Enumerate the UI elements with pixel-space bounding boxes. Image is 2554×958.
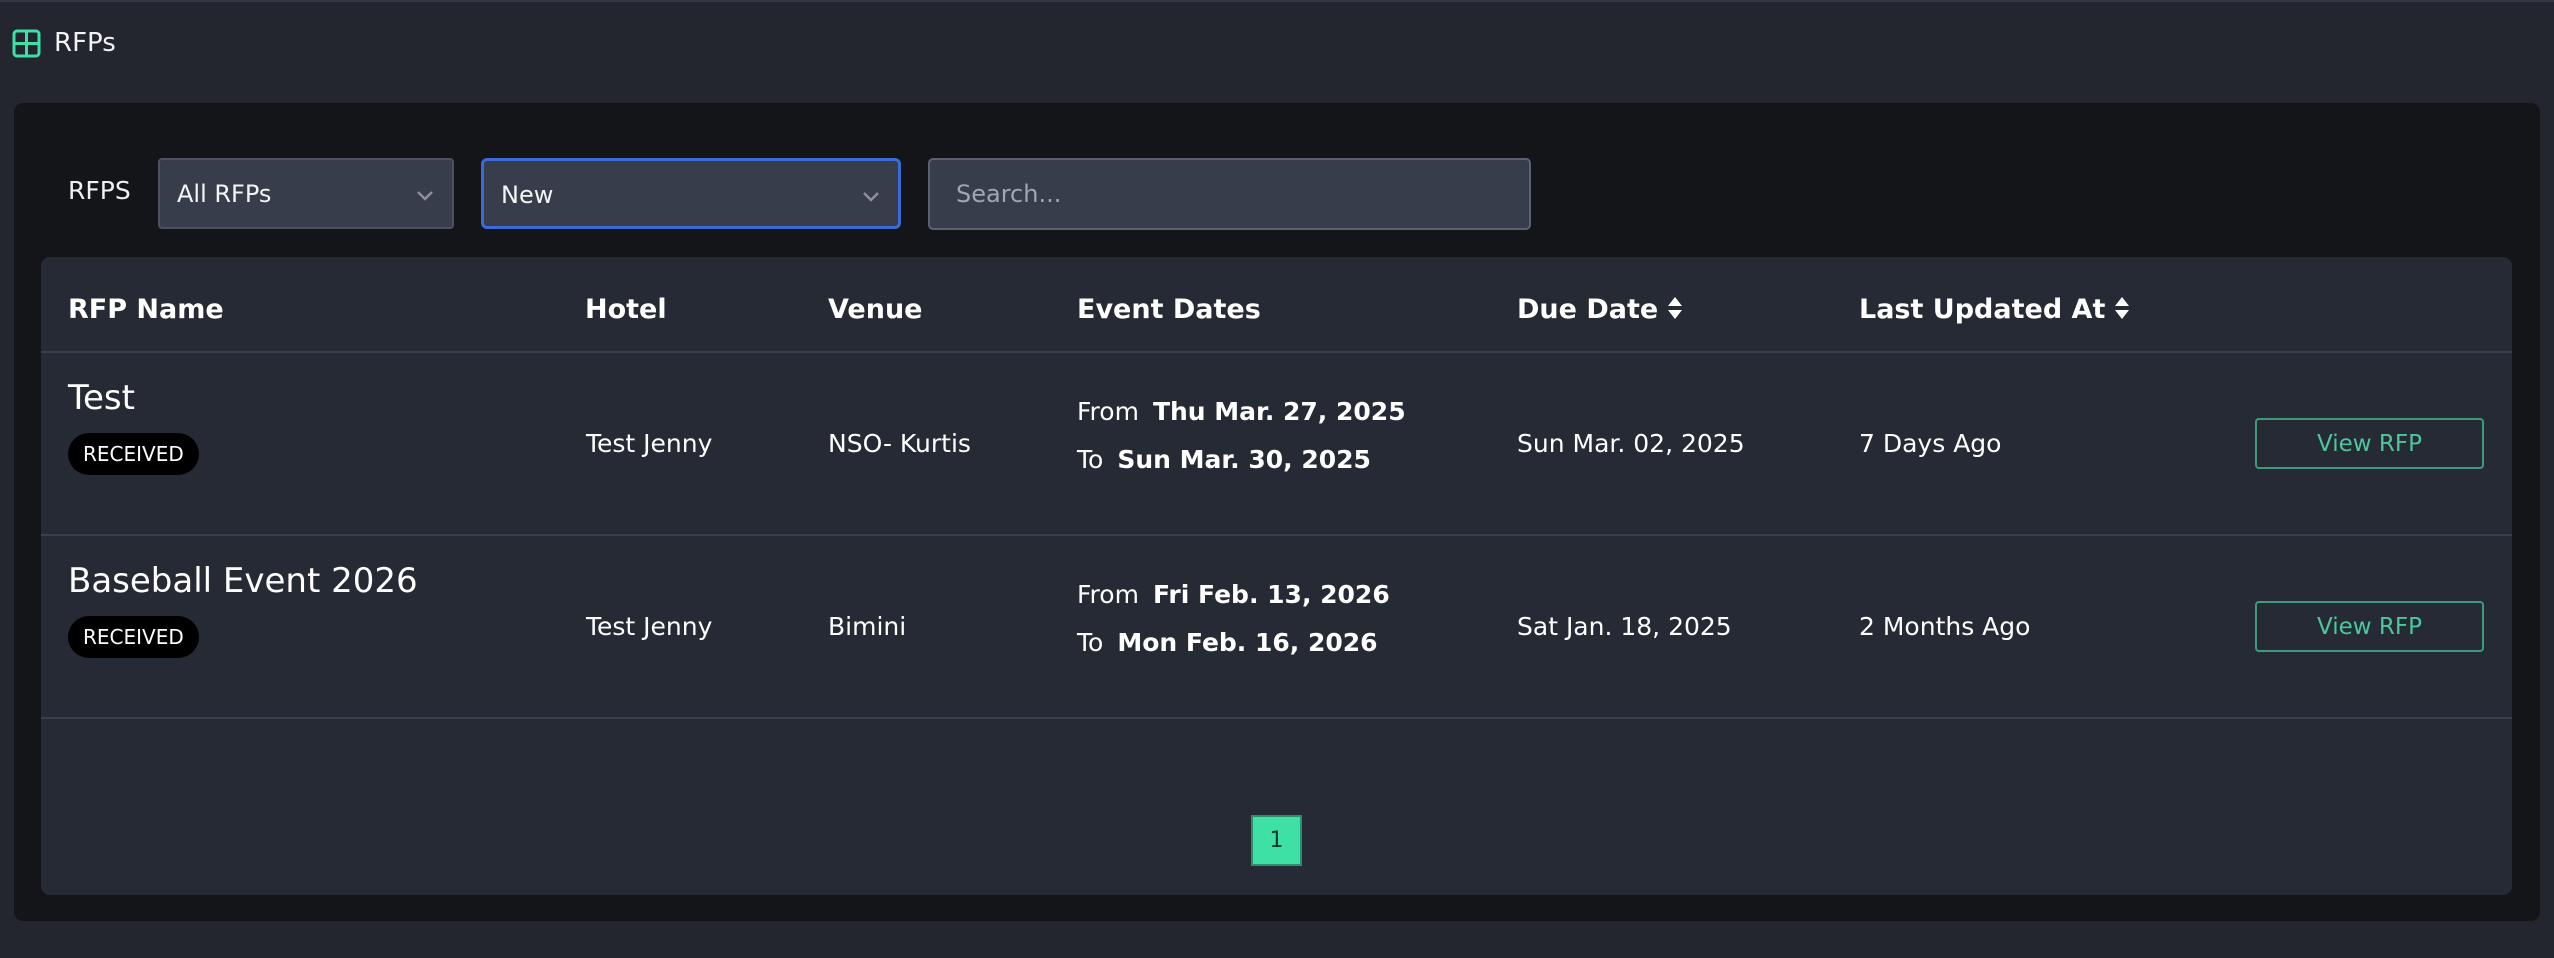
sort-icon[interactable] — [2113, 295, 2131, 321]
status-select-value: New — [501, 181, 554, 209]
filters-label: RFPS — [68, 176, 131, 205]
column-header-venue: Venue — [828, 294, 923, 325]
from-label: From — [1077, 580, 1139, 609]
event-date-to: To Sun Mar. 30, 2025 — [1077, 443, 1371, 477]
table-icon — [12, 29, 41, 58]
to-date: Mon Feb. 16, 2026 — [1117, 628, 1378, 657]
view-rfp-button[interactable]: View RFP — [2255, 418, 2484, 469]
chevron-down-icon — [863, 192, 879, 202]
hotel-cell: Test Jenny — [586, 429, 713, 458]
column-header-rfp-name: RFP Name — [68, 294, 224, 325]
last-updated-header-label: Last Updated At — [1859, 294, 2106, 325]
column-header-last-updated[interactable]: Last Updated At — [1859, 295, 2131, 325]
last-updated-cell: 7 Days Ago — [1859, 429, 2002, 458]
to-label: To — [1077, 445, 1104, 474]
rfp-type-select-value: All RFPs — [177, 180, 272, 208]
from-date: Fri Feb. 13, 2026 — [1152, 580, 1390, 609]
due-date-cell: Sat Jan. 18, 2025 — [1517, 612, 1732, 641]
status-badge: RECEIVED — [68, 616, 199, 658]
to-label: To — [1077, 628, 1104, 657]
last-updated-cell: 2 Months Ago — [1859, 612, 2031, 641]
table-row: Test RECEIVED Test Jenny NSO- Kurtis Fro… — [41, 353, 2512, 534]
view-rfp-button[interactable]: View RFP — [2255, 601, 2484, 652]
sort-icon[interactable] — [1666, 295, 1684, 321]
venue-cell: Bimini — [828, 612, 907, 641]
event-date-from: From Fri Feb. 13, 2026 — [1077, 578, 1390, 612]
chevron-down-icon — [417, 191, 433, 201]
page-title: RFPs — [54, 28, 116, 58]
rfp-name: Test — [68, 378, 135, 418]
pagination-page-button[interactable]: 1 — [1251, 815, 1302, 866]
search-input[interactable] — [928, 158, 1531, 230]
column-header-hotel: Hotel — [585, 294, 667, 325]
top-bar: RFPs — [0, 0, 2554, 80]
venue-cell: NSO- Kurtis — [828, 429, 971, 458]
event-date-to: To Mon Feb. 16, 2026 — [1077, 626, 1378, 660]
due-date-header-label: Due Date — [1517, 294, 1659, 325]
rfp-type-select[interactable]: All RFPs — [158, 158, 454, 229]
rfp-name: Baseball Event 2026 — [68, 561, 418, 601]
status-badge: RECEIVED — [68, 433, 199, 475]
row-divider — [41, 717, 2512, 719]
hotel-cell: Test Jenny — [586, 612, 713, 641]
from-label: From — [1077, 397, 1139, 426]
column-header-due-date[interactable]: Due Date — [1517, 295, 1684, 325]
column-header-event-dates: Event Dates — [1077, 294, 1261, 325]
rfp-table: RFP Name Hotel Venue Event Dates Due Dat… — [41, 257, 2512, 895]
status-select[interactable]: New — [481, 158, 901, 229]
to-date: Sun Mar. 30, 2025 — [1117, 445, 1371, 474]
table-row: Baseball Event 2026 RECEIVED Test Jenny … — [41, 536, 2512, 717]
event-date-from: From Thu Mar. 27, 2025 — [1077, 395, 1406, 429]
due-date-cell: Sun Mar. 02, 2025 — [1517, 429, 1745, 458]
from-date: Thu Mar. 27, 2025 — [1152, 397, 1406, 426]
